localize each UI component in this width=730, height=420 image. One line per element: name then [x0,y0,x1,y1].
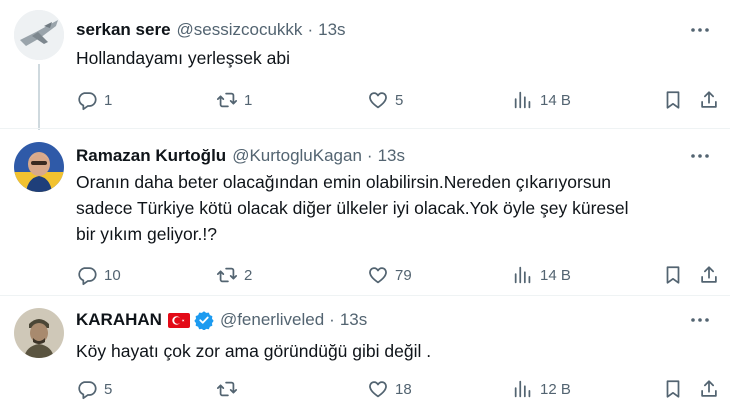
retweet-icon [216,267,238,283]
like-count: 5 [395,91,404,109]
avatar-image [14,10,64,60]
share-icon [701,91,717,108]
retweet-count: 1 [244,91,253,109]
retweet-button[interactable]: 1 [216,88,252,112]
reply-icon [78,381,97,400]
author-handle[interactable]: @KurtogluKagan [232,146,362,166]
tweet-1[interactable]: serkan sere @sessizcocukkk · 13s Holland… [0,0,730,130]
share-button[interactable] [698,88,720,112]
views-count: 12 B [540,380,571,398]
bookmark-icon [666,380,680,398]
retweet-icon [216,92,238,108]
timestamp[interactable]: 13s [318,20,345,40]
views-button[interactable]: 14 B [512,88,571,112]
tweet-text: Oranın daha beter olacağından emin olabi… [76,172,629,244]
views-icon [514,91,531,109]
share-icon [701,266,717,283]
avatar[interactable] [14,308,64,358]
reply-icon [78,267,97,286]
like-icon [369,92,387,109]
author-name[interactable]: Ramazan Kurtoğlu [76,146,226,166]
more-button[interactable] [688,144,712,168]
share-icon [701,380,717,397]
tweet-header: serkan sere @sessizcocukkk · 13s [76,18,346,42]
views-count: 14 B [540,266,571,284]
bookmark-button[interactable] [662,377,684,401]
reply-count: 5 [104,380,113,398]
tweet-header: Ramazan Kurtoğlu @KurtogluKagan · 13s [76,144,405,168]
verified-badge-icon[interactable] [194,310,214,331]
views-button[interactable]: 12 B [512,377,571,401]
like-button[interactable]: 18 [367,377,412,401]
views-icon [514,266,531,284]
avatar[interactable] [14,10,64,60]
like-icon [369,381,387,398]
author-name[interactable]: serkan sere [76,20,171,40]
separator-dot: · [329,310,335,329]
author-handle[interactable]: @sessizcocukkk [177,20,303,40]
retweet-button[interactable] [216,377,244,401]
avatar-image [14,308,64,358]
more-icon [691,154,709,158]
turkey-flag-icon [167,312,190,328]
separator-dot: · [307,20,314,39]
avatar[interactable] [14,142,64,192]
thread-line [38,64,40,130]
like-icon [369,267,387,284]
tweet-3[interactable]: KARAHAN @fenerliveled · 13s Köy hayatı ç… [0,296,730,420]
like-count: 79 [395,266,412,284]
tweet-header: KARAHAN @fenerliveled · 13s [76,308,367,332]
views-icon [514,380,531,398]
avatar-image [14,142,64,192]
timestamp[interactable]: 13s [378,146,405,166]
reply-button[interactable]: 5 [76,377,112,401]
views-count: 14 B [540,91,571,109]
more-icon [691,28,709,32]
reply-icon [78,92,97,111]
bookmark-icon [666,266,680,284]
retweet-count: 2 [244,266,253,284]
tweet-2[interactable]: Ramazan Kurtoğlu @KurtogluKagan · 13s Or… [0,129,730,295]
author-name[interactable]: KARAHAN [76,310,162,330]
more-icon [691,318,709,322]
reply-count: 10 [104,266,121,284]
like-button[interactable]: 5 [367,88,403,112]
retweet-button[interactable]: 2 [216,263,252,287]
bookmark-icon [666,91,680,109]
action-bar: 1 1 5 14 B [76,88,717,112]
separator-dot: · [366,146,373,165]
reply-count: 1 [104,91,113,109]
tweet-text: Köy hayatı çok zor ama göründüğü gibi de… [76,341,432,361]
bookmark-button[interactable] [662,88,684,112]
tweet-text: Hollandayamı yerleşsek abi [76,48,290,68]
author-handle[interactable]: @fenerliveled [220,310,324,330]
reply-button[interactable]: 10 [76,263,121,287]
bookmark-button[interactable] [662,263,684,287]
share-button[interactable] [698,377,720,401]
views-button[interactable]: 14 B [512,263,571,287]
more-button[interactable] [688,18,712,42]
action-bar: 10 2 79 14 B [76,263,717,287]
like-button[interactable]: 79 [367,263,412,287]
reply-button[interactable]: 1 [76,88,112,112]
timestamp[interactable]: 13s [340,310,367,330]
more-button[interactable] [688,308,712,332]
share-button[interactable] [698,263,720,287]
like-count: 18 [395,380,412,398]
action-bar: 5 18 12 B [76,377,717,401]
retweet-icon [216,381,238,397]
